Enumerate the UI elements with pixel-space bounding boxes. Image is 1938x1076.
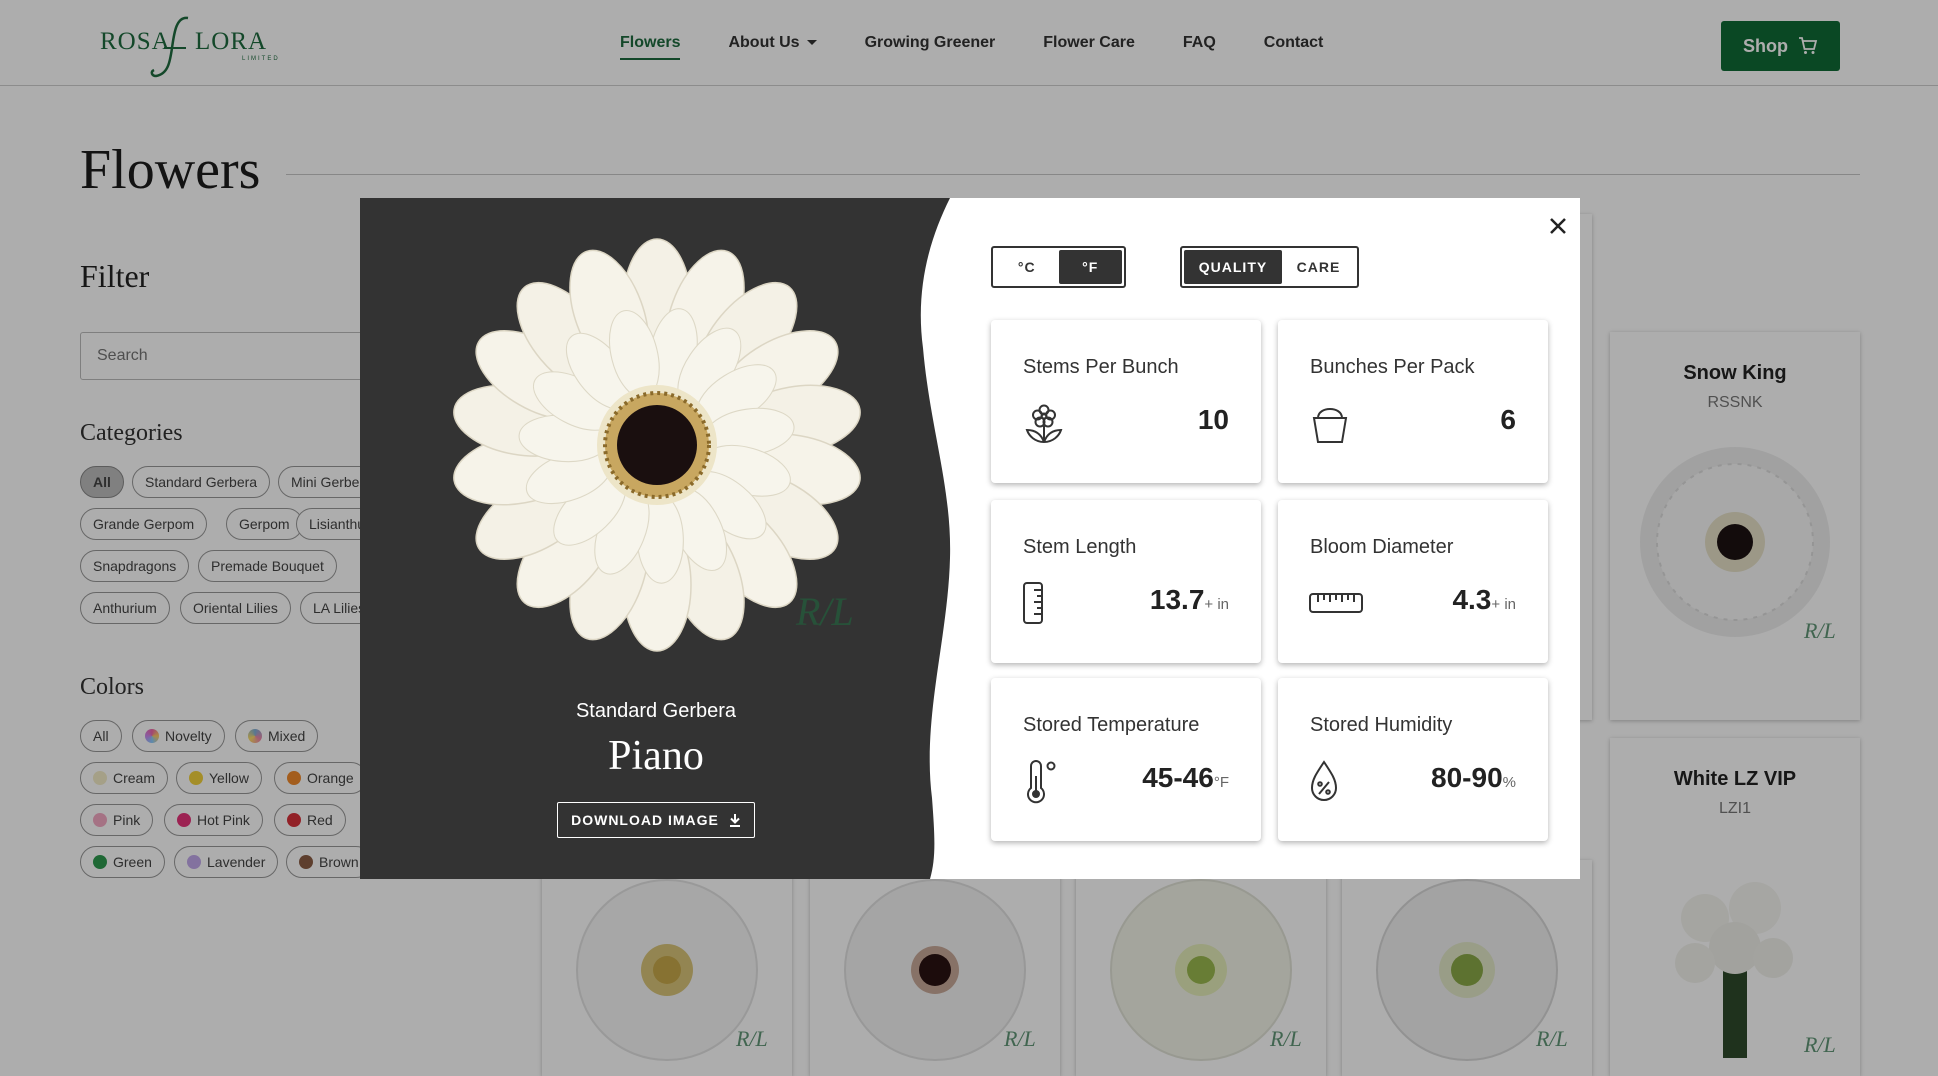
- flower-category: Standard Gerbera: [575, 700, 737, 722]
- stat-value-wrap: 6: [1500, 404, 1516, 436]
- download-image-label: DOWNLOAD IMAGE: [571, 812, 719, 828]
- tab-care[interactable]: CARE: [1282, 250, 1355, 284]
- stat-card-stems-per-bunch: Stems Per Bunch 10: [991, 320, 1261, 483]
- flower-icon: [1025, 404, 1063, 443]
- stat-value-wrap: 80-90%: [1431, 762, 1516, 794]
- quality-care-toggle: QUALITY CARE: [1180, 246, 1359, 288]
- stat-unit: °F: [1213, 774, 1229, 791]
- stat-card-stored-temperature: Stored Temperature 45-46°F: [991, 678, 1261, 841]
- ruler-horizontal-icon: [1309, 593, 1363, 613]
- product-detail-modal: R/L Standard Gerbera Piano DOWNLOAD IMAG…: [360, 198, 1580, 879]
- stat-label: Stored Humidity: [1310, 714, 1453, 736]
- rosa-flora-watermark: R/L: [796, 589, 854, 634]
- temperature-unit-toggle: °C °F: [991, 246, 1126, 288]
- stat-card-bunches-per-pack: Bunches Per Pack 6: [1278, 320, 1548, 483]
- stat-value: 4.3: [1452, 584, 1492, 615]
- stat-card-stored-humidity: Stored Humidity 80-90%: [1278, 678, 1548, 841]
- stat-unit: + in: [1204, 596, 1229, 613]
- stat-value-wrap: 13.7+ in: [1150, 584, 1229, 616]
- thermometer-icon: [1027, 760, 1056, 804]
- close-icon[interactable]: [1546, 214, 1570, 238]
- stat-label: Stems Per Bunch: [1023, 356, 1179, 378]
- tab-quality[interactable]: QUALITY: [1184, 250, 1282, 284]
- stat-value: 6: [1500, 404, 1516, 435]
- flower-name: Piano: [608, 733, 704, 779]
- stat-label: Stem Length: [1023, 536, 1137, 558]
- celsius-option[interactable]: °C: [995, 250, 1059, 284]
- stat-value: 80-90: [1431, 762, 1503, 793]
- stat-value: 45-46: [1142, 762, 1214, 793]
- stat-unit: + in: [1491, 596, 1516, 613]
- stat-value-wrap: 45-46°F: [1142, 762, 1229, 794]
- stat-unit: %: [1502, 774, 1516, 791]
- stat-value-wrap: 4.3+ in: [1452, 584, 1516, 616]
- humidity-icon: [1310, 760, 1338, 801]
- stat-label: Bunches Per Pack: [1310, 356, 1475, 378]
- stat-card-stem-length: Stem Length 13.7+ in: [991, 500, 1261, 663]
- stat-card-bloom-diameter: Bloom Diameter 4.3+ in: [1278, 500, 1548, 663]
- stat-label: Stored Temperature: [1023, 714, 1200, 736]
- stat-label: Bloom Diameter: [1310, 536, 1454, 558]
- download-icon: [729, 814, 740, 827]
- stat-value: 10: [1197, 404, 1229, 435]
- stat-value-wrap: 10: [1198, 404, 1229, 436]
- fahrenheit-option[interactable]: °F: [1058, 250, 1122, 284]
- bucket-icon: [1312, 408, 1348, 443]
- stat-value: 13.7: [1149, 584, 1205, 615]
- download-image-button[interactable]: DOWNLOAD IMAGE: [557, 802, 755, 838]
- ruler-vertical-icon: [1023, 582, 1043, 624]
